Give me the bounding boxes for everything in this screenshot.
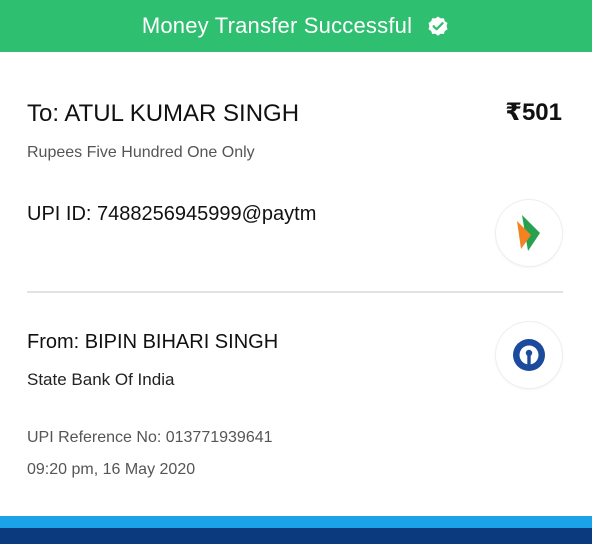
recipient-upi-id: UPI ID: 7488256945999@paytm xyxy=(27,203,317,225)
success-banner: Money Transfer Successful xyxy=(0,0,592,52)
sender-name: From: BIPIN BIHARI SINGH xyxy=(27,331,279,353)
transaction-timestamp: 09:20 pm, 16 May 2020 xyxy=(27,461,196,478)
verified-check-icon xyxy=(426,14,450,38)
upi-reference-number: UPI Reference No: 013771939641 xyxy=(27,429,273,446)
section-divider xyxy=(27,291,563,293)
recipient-name: To: ATUL KUMAR SINGH xyxy=(27,100,300,127)
sbi-logo-icon xyxy=(496,322,562,388)
transfer-amount: ₹501 xyxy=(505,99,562,126)
bottom-bar-accent xyxy=(0,516,592,528)
transaction-card: To: ATUL KUMAR SINGH ₹501 Rupees Five Hu… xyxy=(0,52,592,516)
upi-logo-icon xyxy=(496,200,562,266)
banner-title: Money Transfer Successful xyxy=(141,13,413,38)
bottom-bar xyxy=(0,516,592,544)
amount-in-words: Rupees Five Hundred One Only xyxy=(27,144,255,161)
sender-bank: State Bank Of India xyxy=(27,370,175,389)
